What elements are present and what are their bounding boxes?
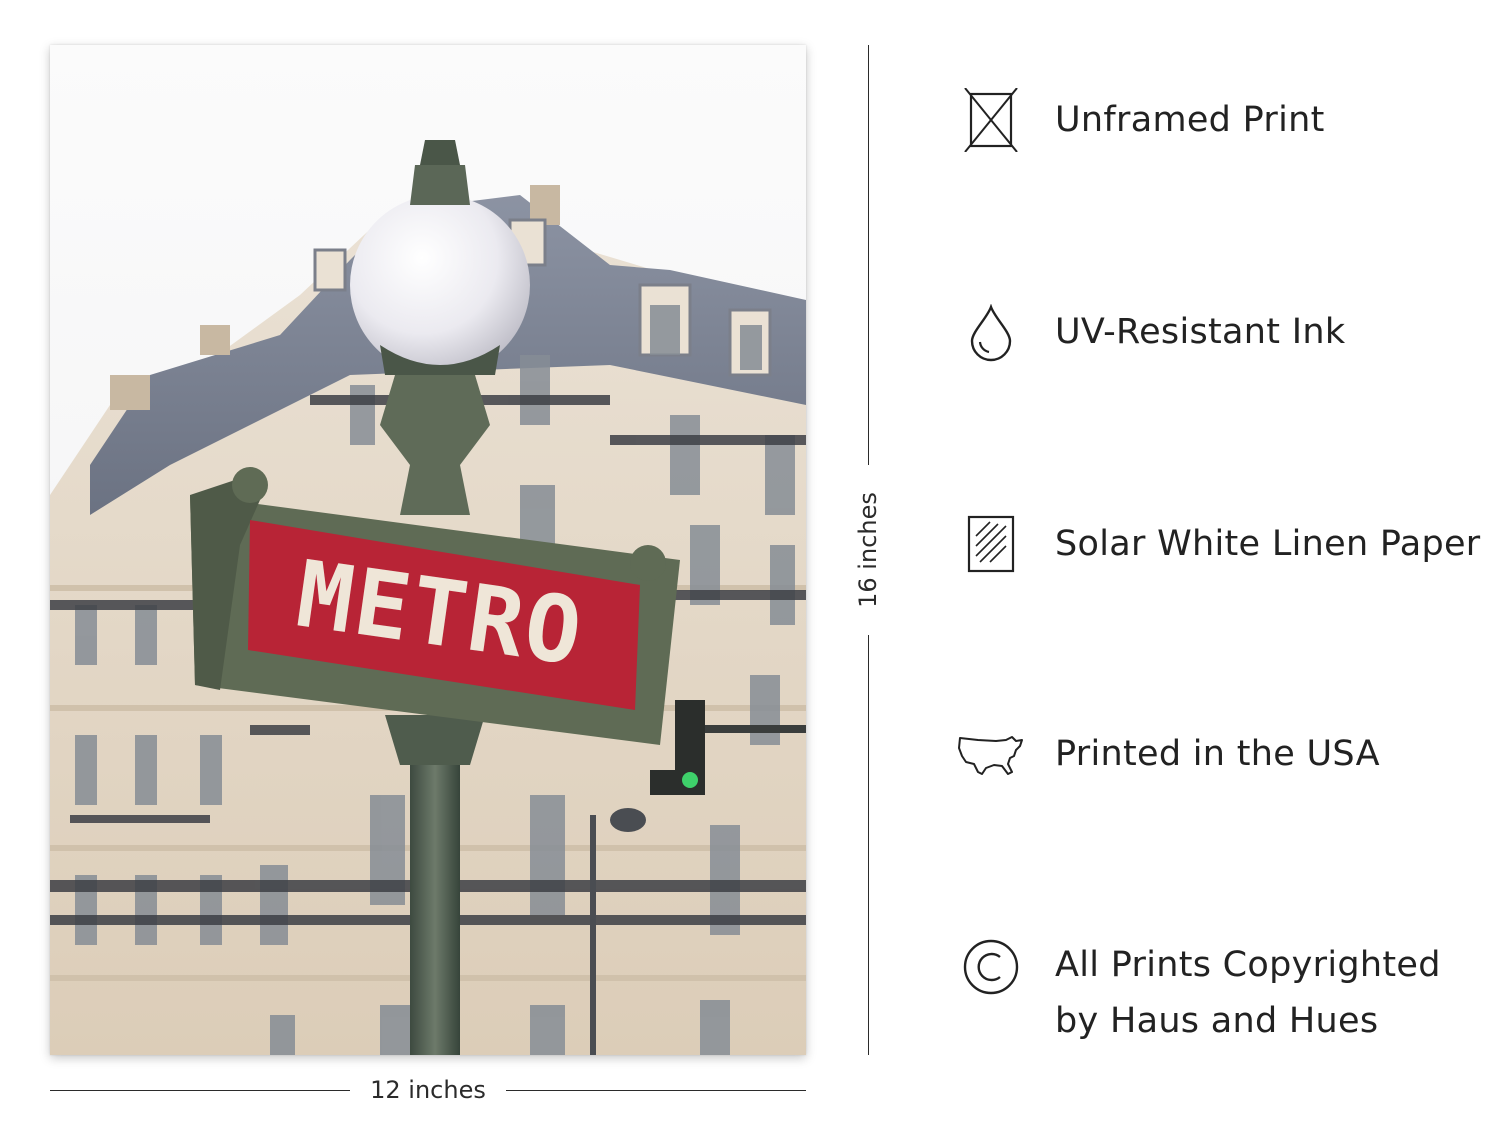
width-dimension: 12 inches	[50, 1075, 806, 1105]
usa-map-icon	[955, 732, 1027, 778]
height-label: 16 inches	[854, 492, 882, 608]
feature-label: Printed in the USA	[1055, 734, 1380, 774]
feature-uv-ink: UV-Resistant Ink	[955, 300, 1500, 364]
feature-label: Unframed Print	[1055, 100, 1325, 140]
print-image: METRO	[50, 45, 806, 1055]
copyright-icon	[955, 938, 1027, 996]
feature-label: All Prints Copyrighted	[1055, 945, 1441, 985]
feature-label-line2: by Haus and Hues	[1055, 1001, 1379, 1041]
ink-drop-icon	[955, 304, 1027, 362]
feature-linen-paper: Solar White Linen Paper	[955, 512, 1500, 576]
height-dimension: 16 inches	[853, 45, 883, 1055]
feature-made-in-usa: Printed in the USA	[955, 722, 1500, 786]
dimension-line	[506, 1090, 806, 1091]
linen-paper-icon	[955, 514, 1027, 574]
feature-unframed: Unframed Print	[955, 88, 1500, 152]
feature-copyright: All Prints Copyrighted by Haus and Hues	[955, 936, 1500, 1056]
dimension-line	[868, 635, 869, 1055]
metro-sign-photo: METRO	[50, 45, 806, 1055]
feature-label: UV-Resistant Ink	[1055, 312, 1346, 352]
unframed-frame-icon	[955, 88, 1027, 152]
feature-label: Solar White Linen Paper	[1055, 524, 1481, 564]
dimension-line	[868, 45, 869, 465]
